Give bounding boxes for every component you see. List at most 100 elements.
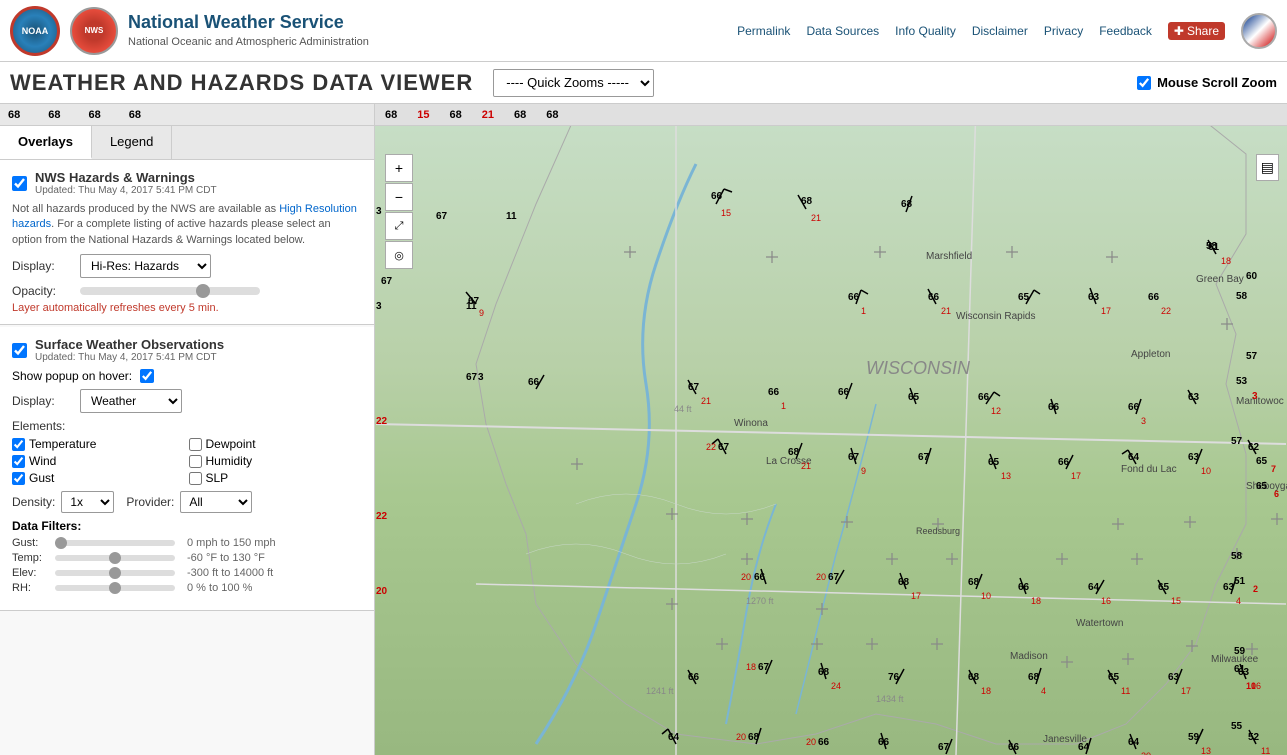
density-select-input[interactable]: 1x 2x 0.5x <box>62 493 113 511</box>
gust-label: Gust <box>29 471 54 485</box>
density-group: Density: 1x 2x 0.5x <box>12 491 114 513</box>
tab-legend[interactable]: Legend <box>92 126 172 159</box>
data-filters: Data Filters: Gust: 0 mph to 150 mph Tem… <box>12 519 362 594</box>
filter-gust: Gust: 0 mph to 150 mph <box>12 537 362 549</box>
zoom-out-button[interactable]: − <box>385 183 413 211</box>
quick-zoom-dropdown[interactable]: ---- Quick Zooms ----- National Regional… <box>493 69 654 97</box>
layer1-display-select[interactable]: Hi-Res: Hazards Standard Hazards All Haz… <box>80 254 211 278</box>
mouse-scroll-zoom: Mouse Scroll Zoom <box>1137 75 1277 90</box>
layer2-display-select-input[interactable]: Weather Temperature Wind Pressure <box>81 391 181 411</box>
strip-val-3: 68 <box>450 109 462 121</box>
layer-icon-symbol: ▤ <box>1261 159 1274 175</box>
element-slp: SLP <box>189 471 363 485</box>
disclaimer-link[interactable]: Disclaimer <box>972 24 1028 38</box>
provider-select-input[interactable]: All ASOS AWOS METAR <box>181 493 251 511</box>
filter-gust-slider[interactable] <box>55 540 175 546</box>
page-title: WEATHER AND HAZARDS DATA VIEWER <box>10 70 473 96</box>
wind-checkbox[interactable] <box>12 455 25 468</box>
elements-grid: Temperature Dewpoint Wind Humidity <box>12 437 362 485</box>
element-temperature: Temperature <box>12 437 186 451</box>
map-tools: + − ⤢ ◎ <box>385 154 413 269</box>
hi-res-link[interactable]: High Resolution hazards <box>12 203 357 230</box>
provider-group: Provider: All ASOS AWOS METAR <box>126 491 252 513</box>
strip-val-2: 15 <box>417 109 429 121</box>
permalink-link[interactable]: Permalink <box>737 24 790 38</box>
filter-temp-range: -60 °F to 130 °F <box>187 552 265 564</box>
header: NOAA NWS National Weather Service Nation… <box>0 0 1287 62</box>
layer-nws-hazards: NWS Hazards & Warnings Updated: Thu May … <box>0 160 374 325</box>
strip-val-4: 21 <box>482 109 494 121</box>
map-area[interactable]: WISCONSIN Winona La Crosse Wisconsin Rap… <box>375 104 1287 755</box>
sidebar-tabs: Overlays Legend <box>0 126 374 160</box>
layer1-header: NWS Hazards & Warnings Updated: Thu May … <box>12 170 362 196</box>
humidity-checkbox[interactable] <box>189 455 202 468</box>
layer1-checkbox[interactable] <box>12 176 27 191</box>
feedback-link[interactable]: Feedback <box>1099 24 1152 38</box>
layer2-title: Surface Weather Observations <box>35 337 224 352</box>
gust-checkbox[interactable] <box>12 472 25 485</box>
privacy-link[interactable]: Privacy <box>1044 24 1083 38</box>
filter-rh-range: 0 % to 100 % <box>187 582 252 594</box>
share-button[interactable]: ✚ Share <box>1168 22 1225 40</box>
layer1-display-label: Display: <box>12 259 72 273</box>
element-humidity: Humidity <box>189 454 363 468</box>
sidebar: 68 68 68 68 Overlays Legend NWS Hazards … <box>0 104 375 755</box>
filter-temp-slider[interactable] <box>55 555 175 561</box>
logo-area: NOAA NWS National Weather Service Nation… <box>10 6 369 56</box>
wind-label: Wind <box>29 454 56 468</box>
layer2-display-label: Display: <box>12 394 72 408</box>
layer2-display-row: Display: Weather Temperature Wind Pressu… <box>12 389 362 413</box>
layer2-updated: Updated: Thu May 4, 2017 5:41 PM CDT <box>35 352 224 363</box>
filter-rh: RH: 0 % to 100 % <box>12 582 362 594</box>
filter-temp-label: Temp: <box>12 552 47 564</box>
info-quality-link[interactable]: Info Quality <box>895 24 956 38</box>
humidity-label: Humidity <box>206 454 253 468</box>
quick-zoom-select-input[interactable]: ---- Quick Zooms ----- National Regional… <box>494 69 653 97</box>
layer1-refresh-notice: Layer automatically refreshes every 5 mi… <box>12 302 362 314</box>
layer2-display-select[interactable]: Weather Temperature Wind Pressure <box>80 389 182 413</box>
layer1-opacity-label: Opacity: <box>12 284 72 298</box>
share-icon: ✚ <box>1174 24 1184 38</box>
provider-select[interactable]: All ASOS AWOS METAR <box>180 491 252 513</box>
temperature-checkbox[interactable] <box>12 438 25 451</box>
layer1-title: NWS Hazards & Warnings <box>35 170 217 185</box>
show-popup-checkbox[interactable] <box>140 369 154 383</box>
mouse-scroll-zoom-label[interactable]: Mouse Scroll Zoom <box>1157 75 1277 90</box>
tab-overlays[interactable]: Overlays <box>0 126 92 159</box>
layer-switcher-button[interactable]: ▤ <box>1256 154 1279 181</box>
slp-checkbox[interactable] <box>189 472 202 485</box>
share-label: Share <box>1187 24 1219 38</box>
layer-surface-weather: Surface Weather Observations Updated: Th… <box>0 327 374 611</box>
zoom-in-button[interactable]: + <box>385 154 413 182</box>
strip-num-1: 68 <box>8 109 20 121</box>
filter-rh-slider[interactable] <box>55 585 175 591</box>
filter-elev: Elev: -300 ft to 14000 ft <box>12 567 362 579</box>
data-sources-link[interactable]: Data Sources <box>806 24 879 38</box>
element-gust: Gust <box>12 471 186 485</box>
element-wind: Wind <box>12 454 186 468</box>
density-select[interactable]: 1x 2x 0.5x <box>61 491 114 513</box>
top-strip: 68 68 68 68 <box>0 104 374 126</box>
slp-label: SLP <box>206 471 229 485</box>
elements-section: Elements: Temperature Dewpoint Wind <box>12 419 362 485</box>
show-popup-row: Show popup on hover: <box>12 369 362 383</box>
mouse-scroll-zoom-checkbox[interactable] <box>1137 76 1151 90</box>
filter-elev-range: -300 ft to 14000 ft <box>187 567 273 579</box>
layer1-opacity-row: Opacity: <box>12 284 362 298</box>
nws-logo: NWS <box>70 7 118 55</box>
agency-text: National Weather Service National Oceani… <box>128 10 369 51</box>
locate-button[interactable]: ◎ <box>385 241 413 269</box>
density-provider-row: Density: 1x 2x 0.5x Provider: All <box>12 491 362 513</box>
layer2-checkbox[interactable] <box>12 343 27 358</box>
layer1-display-select-input[interactable]: Hi-Res: Hazards Standard Hazards All Haz… <box>81 256 210 276</box>
strip-num-3: 68 <box>89 109 101 121</box>
filter-elev-slider[interactable] <box>55 570 175 576</box>
title-bar: WEATHER AND HAZARDS DATA VIEWER ---- Qui… <box>0 62 1287 104</box>
main-layout: 68 68 68 68 Overlays Legend NWS Hazards … <box>0 104 1287 755</box>
filter-rh-label: RH: <box>12 582 47 594</box>
layer1-opacity-slider[interactable] <box>80 287 260 295</box>
fullscreen-button[interactable]: ⤢ <box>385 212 413 240</box>
layer1-notice: Not all hazards produced by the NWS are … <box>12 202 362 248</box>
strip-val-5: 68 <box>514 109 526 121</box>
dewpoint-checkbox[interactable] <box>189 438 202 451</box>
